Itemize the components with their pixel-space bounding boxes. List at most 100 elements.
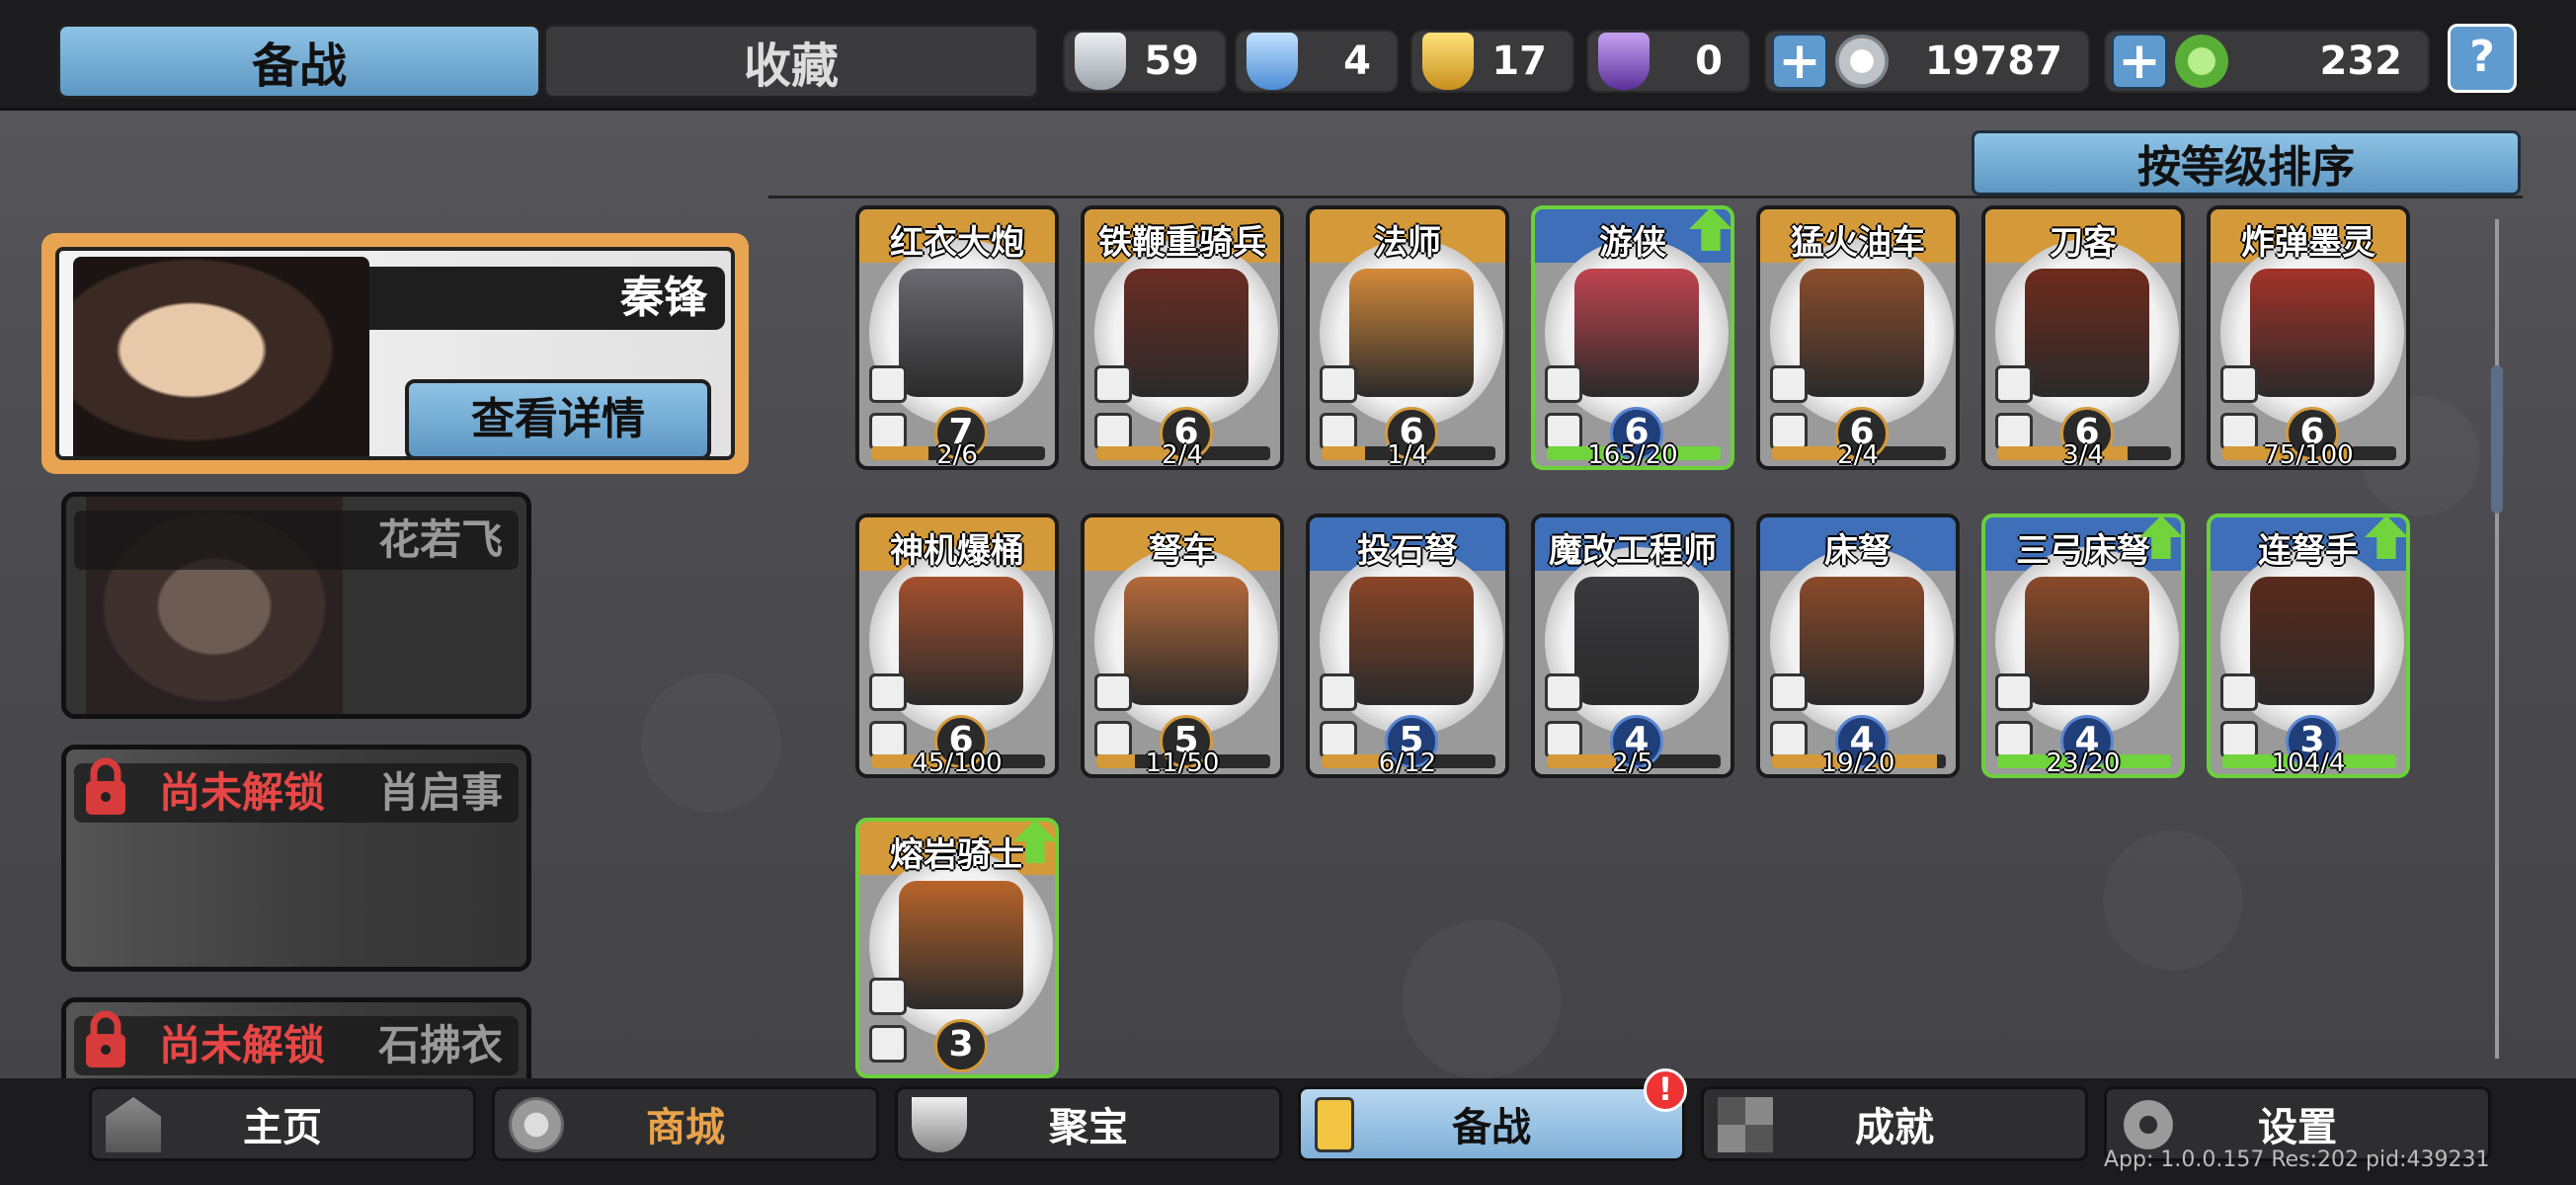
unit-progress: 2/6: [936, 440, 978, 470]
list-divider: [768, 196, 2523, 198]
hero-card-selected[interactable]: 秦锋 查看详情: [41, 233, 749, 474]
ranger-icon: [1574, 269, 1699, 397]
gear-skill-icon: [1094, 673, 1132, 711]
unit-card-red-cannon[interactable]: 红衣大炮 7 2/6: [855, 205, 1059, 470]
silver-medal-counter: 59: [1063, 30, 1227, 93]
unit-progress: 2/4: [1837, 440, 1879, 470]
hero-card-second[interactable]: 花若飞: [61, 492, 531, 719]
unit-card-lava-knight[interactable]: 熔岩骑士 3: [855, 818, 1059, 1078]
add-silver-coin-button[interactable]: +: [1772, 34, 1827, 89]
unit-card-mage[interactable]: 法师 6 1/4: [1306, 205, 1509, 470]
ballista-cart-icon: [1124, 577, 1248, 705]
hero-portrait: [73, 257, 369, 456]
tab-prepare[interactable]: 备战: [57, 24, 541, 99]
blue-crystal-value: 4: [1343, 39, 1371, 84]
gold-medal-counter: 17: [1410, 30, 1574, 93]
sword-skill-icon: [2220, 365, 2258, 403]
unit-card-ballista-cart[interactable]: 弩车 5 11/50: [1081, 514, 1284, 778]
nav-treasure-label: 聚宝: [1049, 1105, 1128, 1150]
unit-card-ranger[interactable]: 游侠 6 165/20: [1531, 205, 1734, 470]
catapult-crossbow-icon: [1349, 577, 1474, 705]
dual-sword-skill-icon: [2220, 673, 2258, 711]
tab-collection[interactable]: 收藏: [543, 24, 1039, 99]
unit-progress: 6/12: [1378, 749, 1437, 778]
gear-icon: [2121, 1097, 2176, 1152]
unit-progress: 3/4: [2062, 440, 2104, 470]
swordsman-icon: [2025, 269, 2149, 397]
add-jade-coin-button[interactable]: +: [2112, 34, 2167, 89]
version-info: App: 1.0.0.157 Res:202 pid:439231: [2104, 1147, 2490, 1172]
nav-settings-label: 设置: [2258, 1105, 2337, 1150]
treasure-bowl-icon: [912, 1097, 967, 1152]
wall-skill-icon: [1995, 673, 2033, 711]
nav-treasure[interactable]: 聚宝: [895, 1086, 1282, 1161]
view-details-button[interactable]: 查看详情: [405, 379, 711, 456]
achievements-icon: [1718, 1097, 1773, 1152]
lava-knight-icon: [899, 881, 1023, 1009]
locked-status: 尚未解锁: [159, 768, 326, 817]
jade-coin-icon: [2175, 35, 2228, 88]
hero-card-locked[interactable]: 肖启事 尚未解锁: [61, 745, 531, 972]
sword-skill-icon: [1995, 365, 2033, 403]
unit-card-repeating-crossbowman[interactable]: 连弩手 3 104/4: [2207, 514, 2410, 778]
unit-progress: 1/4: [1387, 440, 1428, 470]
wall-skill-icon: [1320, 673, 1357, 711]
nav-home-label: 主页: [243, 1105, 322, 1150]
nav-shop[interactable]: 商城: [492, 1086, 879, 1161]
locked-status: 尚未解锁: [159, 1021, 326, 1069]
purple-gem-icon: [1598, 33, 1650, 90]
silver-coin-counter: + 19787: [1764, 30, 2090, 93]
help-button[interactable]: ?: [2448, 24, 2517, 93]
unit-progress: 11/50: [1145, 749, 1220, 778]
silver-coin-icon: [1835, 35, 1889, 88]
soldier-skill-icon: [1545, 673, 1582, 711]
unit-list-scroll-thumb[interactable]: [2491, 365, 2503, 514]
purple-gem-counter: 0: [1586, 30, 1750, 93]
lock-icon: [86, 757, 125, 815]
bed-crossbow-icon: [1800, 577, 1924, 705]
unit-card-iron-whip-cavalry[interactable]: 铁鞭重骑兵 6 2/4: [1081, 205, 1284, 470]
red-cannon-icon: [899, 269, 1023, 397]
unit-list-scrollbar[interactable]: [2495, 219, 2499, 1059]
nav-achievements-label: 成就: [1855, 1105, 1934, 1150]
mage-icon: [1349, 269, 1474, 397]
shield-skill-icon: [869, 1025, 907, 1063]
unit-card-mech-barrel[interactable]: 神机爆桶 6 45/100: [855, 514, 1059, 778]
bomb-spirit-icon: [2250, 269, 2375, 397]
silver-coin-value: 19787: [1924, 39, 2062, 84]
nav-prepare-label: 备战: [1452, 1105, 1531, 1150]
lock-icon: [86, 1010, 125, 1067]
cards-icon: [1315, 1097, 1354, 1152]
nav-achievements[interactable]: 成就: [1701, 1086, 2088, 1161]
blue-crystal-icon: [1247, 33, 1298, 90]
notification-badge: !: [1644, 1068, 1687, 1112]
unit-progress: 2/5: [1612, 749, 1653, 778]
wall-skill-icon: [1770, 673, 1808, 711]
nav-prepare[interactable]: 备战: [1298, 1086, 1685, 1161]
silver-medal-value: 59: [1144, 39, 1199, 84]
unit-card-bomb-spirit[interactable]: 炸弹墨灵 6 75/100: [2207, 205, 2410, 470]
unit-card-modded-engineer[interactable]: 魔改工程师 4 2/5: [1531, 514, 1734, 778]
modded-engineer-icon: [1574, 577, 1699, 705]
gold-medal-value: 17: [1491, 39, 1547, 84]
unit-card-catapult-crossbow[interactable]: 投石弩 5 6/12: [1306, 514, 1509, 778]
unit-card-triple-bed-crossbow[interactable]: 三弓床弩 4 23/20: [1981, 514, 2185, 778]
triple-bed-crossbow-icon: [2025, 577, 2149, 705]
unit-progress: 19/20: [1820, 749, 1895, 778]
mech-barrel-icon: [899, 577, 1023, 705]
nav-home[interactable]: 主页: [89, 1086, 476, 1161]
unit-card-fire-oil-cart[interactable]: 猛火油车 6 2/4: [1756, 205, 1960, 470]
wall-skill-icon: [869, 365, 907, 403]
sort-by-level-button[interactable]: 按等级排序: [1972, 130, 2521, 196]
gold-medal-icon: [1422, 33, 1474, 90]
nav-shop-label: 商城: [646, 1105, 725, 1150]
unit-card-swordsman[interactable]: 刀客 6 3/4: [1981, 205, 2185, 470]
hero-name: 花若飞: [74, 511, 519, 570]
unit-level: 3: [934, 1019, 988, 1072]
unit-progress: 2/4: [1162, 440, 1203, 470]
soldier-skill-icon: [1545, 365, 1582, 403]
unit-card-bed-crossbow[interactable]: 床弩 4 19/20: [1756, 514, 1960, 778]
fire-oil-cart-icon: [1800, 269, 1924, 397]
coins-icon: [509, 1097, 564, 1152]
purple-gem-value: 0: [1695, 39, 1723, 84]
